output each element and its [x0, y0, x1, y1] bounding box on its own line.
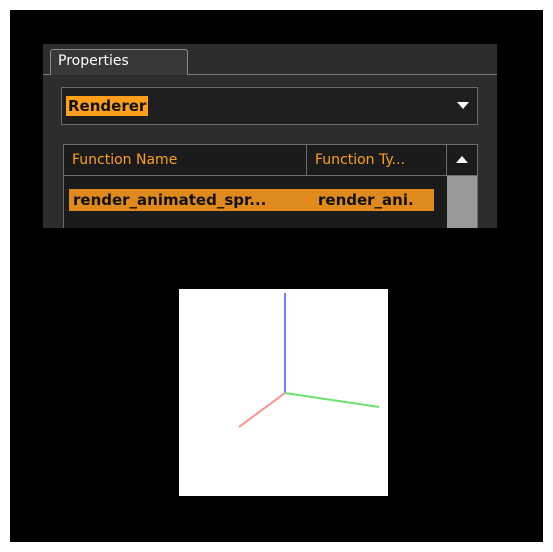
- column-header-function-name[interactable]: Function Name: [64, 145, 307, 176]
- chevron-down-icon[interactable]: [457, 102, 469, 109]
- table-row[interactable]: render_animated_spr... render_ani.: [69, 189, 434, 211]
- tab-strip: Properties: [43, 44, 497, 75]
- cell-function-name: render_animated_spr...: [73, 191, 267, 209]
- component-dropdown[interactable]: Renderer: [61, 87, 478, 125]
- axes-gizmo: [238, 293, 380, 428]
- 3d-viewport[interactable]: [179, 289, 388, 496]
- chevron-up-icon: [456, 156, 468, 163]
- column-header-function-type[interactable]: Function Ty...: [307, 145, 447, 176]
- x-axis-line: [284, 392, 380, 408]
- z-axis-line: [238, 392, 286, 428]
- tab-label: Properties: [58, 53, 129, 69]
- properties-panel: Properties Renderer Function Name Functi…: [43, 44, 497, 228]
- tab-properties[interactable]: Properties: [50, 49, 188, 75]
- functions-table: Function Name Function Ty... render_anim…: [63, 144, 478, 228]
- scroll-up-button[interactable]: [447, 145, 477, 176]
- dropdown-selected-value: Renderer: [66, 96, 149, 116]
- cell-function-type: render_ani.: [318, 191, 414, 209]
- scrollbar-track[interactable]: [447, 176, 477, 228]
